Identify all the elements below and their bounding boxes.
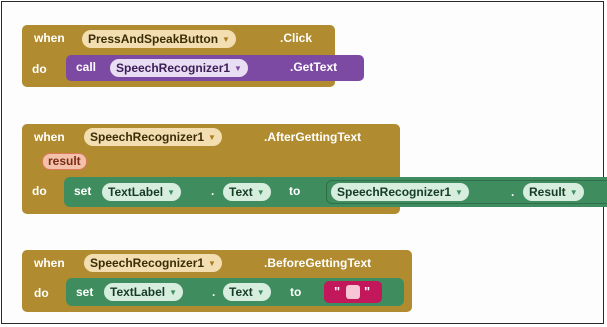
call-block-get-text[interactable]: call SpeechRecognizer1 ▼ .GetText (66, 55, 364, 81)
setter-block-textlabel-text[interactable]: set TextLabel ▼ . Text ▼ to SpeechRecogniz… (64, 177, 607, 207)
method-name: .GetText (290, 60, 338, 74)
dropdown-arrow-icon: ▼ (569, 188, 578, 197)
component-name: SpeechRecognizer1 (337, 185, 452, 199)
set-keyword: set (74, 184, 92, 198)
component-dropdown-speech-recognizer[interactable]: SpeechRecognizer1 ▼ (84, 254, 222, 272)
dropdown-arrow-icon: ▼ (455, 188, 463, 197)
to-keyword: to (290, 285, 302, 299)
component-name: SpeechRecognizer1 (90, 130, 205, 144)
component-name: TextLabel (108, 185, 164, 199)
dot-separator: . (212, 285, 216, 299)
event-parameter-result[interactable]: result (42, 153, 87, 170)
text-block-empty-string[interactable]: " " (324, 281, 382, 303)
blocks-workspace: when PressAndSpeakButton ▼ .Click do call… (1, 1, 607, 324)
event-name: .BeforeGettingText (264, 256, 372, 270)
when-keyword: when (34, 256, 65, 270)
dropdown-arrow-icon: ▼ (256, 288, 265, 297)
setter-block-textlabel-text[interactable]: set TextLabel ▼ . Text ▼ to " " (66, 278, 404, 306)
component-dropdown-speech-recognizer[interactable]: SpeechRecognizer1 ▼ (331, 183, 469, 201)
dropdown-arrow-icon: ▼ (256, 188, 265, 197)
property-name: Text (229, 285, 253, 299)
getter-block-speech-result[interactable]: SpeechRecognizer1 ▼ . Result ▼ (326, 180, 607, 204)
component-name: TextLabel (110, 285, 166, 299)
event-block-after-getting-text[interactable]: when SpeechRecognizer1 ▼ .AfterGettingTex… (22, 124, 607, 214)
component-dropdown-press-button[interactable]: PressAndSpeakButton ▼ (82, 30, 236, 48)
property-name: Result (529, 185, 566, 199)
empty-string-field[interactable] (346, 285, 360, 299)
component-dropdown-textlabel[interactable]: TextLabel ▼ (102, 183, 182, 201)
component-name: SpeechRecognizer1 (90, 256, 205, 270)
event-name: .Click (280, 31, 313, 45)
event-name: .AfterGettingText (264, 130, 362, 144)
component-name: SpeechRecognizer1 (116, 61, 231, 75)
dot-separator: . (511, 185, 515, 199)
dot-separator: . (211, 184, 215, 198)
property-name: Text (229, 185, 253, 199)
dropdown-arrow-icon: ▼ (167, 188, 176, 197)
property-dropdown-text[interactable]: Text ▼ (223, 283, 271, 301)
to-keyword: to (289, 184, 301, 198)
when-keyword: when (34, 130, 65, 144)
do-keyword: do (32, 184, 47, 198)
dropdown-arrow-icon: ▼ (208, 259, 216, 268)
open-quote: " (334, 284, 341, 299)
property-dropdown-text[interactable]: Text ▼ (223, 183, 271, 201)
event-block-before-getting-text[interactable]: when SpeechRecognizer1 ▼ .BeforeGettingTe… (22, 250, 412, 312)
close-quote: " (364, 284, 371, 299)
dropdown-arrow-icon: ▼ (169, 288, 178, 297)
dropdown-arrow-icon: ▼ (234, 64, 242, 73)
component-dropdown-speech-recognizer[interactable]: SpeechRecognizer1 ▼ (84, 128, 222, 146)
do-keyword: do (34, 286, 49, 300)
dropdown-arrow-icon: ▼ (222, 35, 230, 44)
component-name: PressAndSpeakButton (88, 32, 219, 46)
set-keyword: set (76, 285, 94, 299)
when-keyword: when (34, 31, 65, 45)
component-dropdown-speech-recognizer[interactable]: SpeechRecognizer1 ▼ (110, 59, 248, 77)
call-keyword: call (76, 60, 97, 74)
event-block-press-click[interactable]: when PressAndSpeakButton ▼ .Click do call… (22, 25, 364, 87)
dropdown-arrow-icon: ▼ (208, 133, 216, 142)
do-keyword: do (32, 62, 47, 76)
component-dropdown-textlabel[interactable]: TextLabel ▼ (104, 283, 184, 301)
property-dropdown-result[interactable]: Result ▼ (523, 183, 584, 201)
